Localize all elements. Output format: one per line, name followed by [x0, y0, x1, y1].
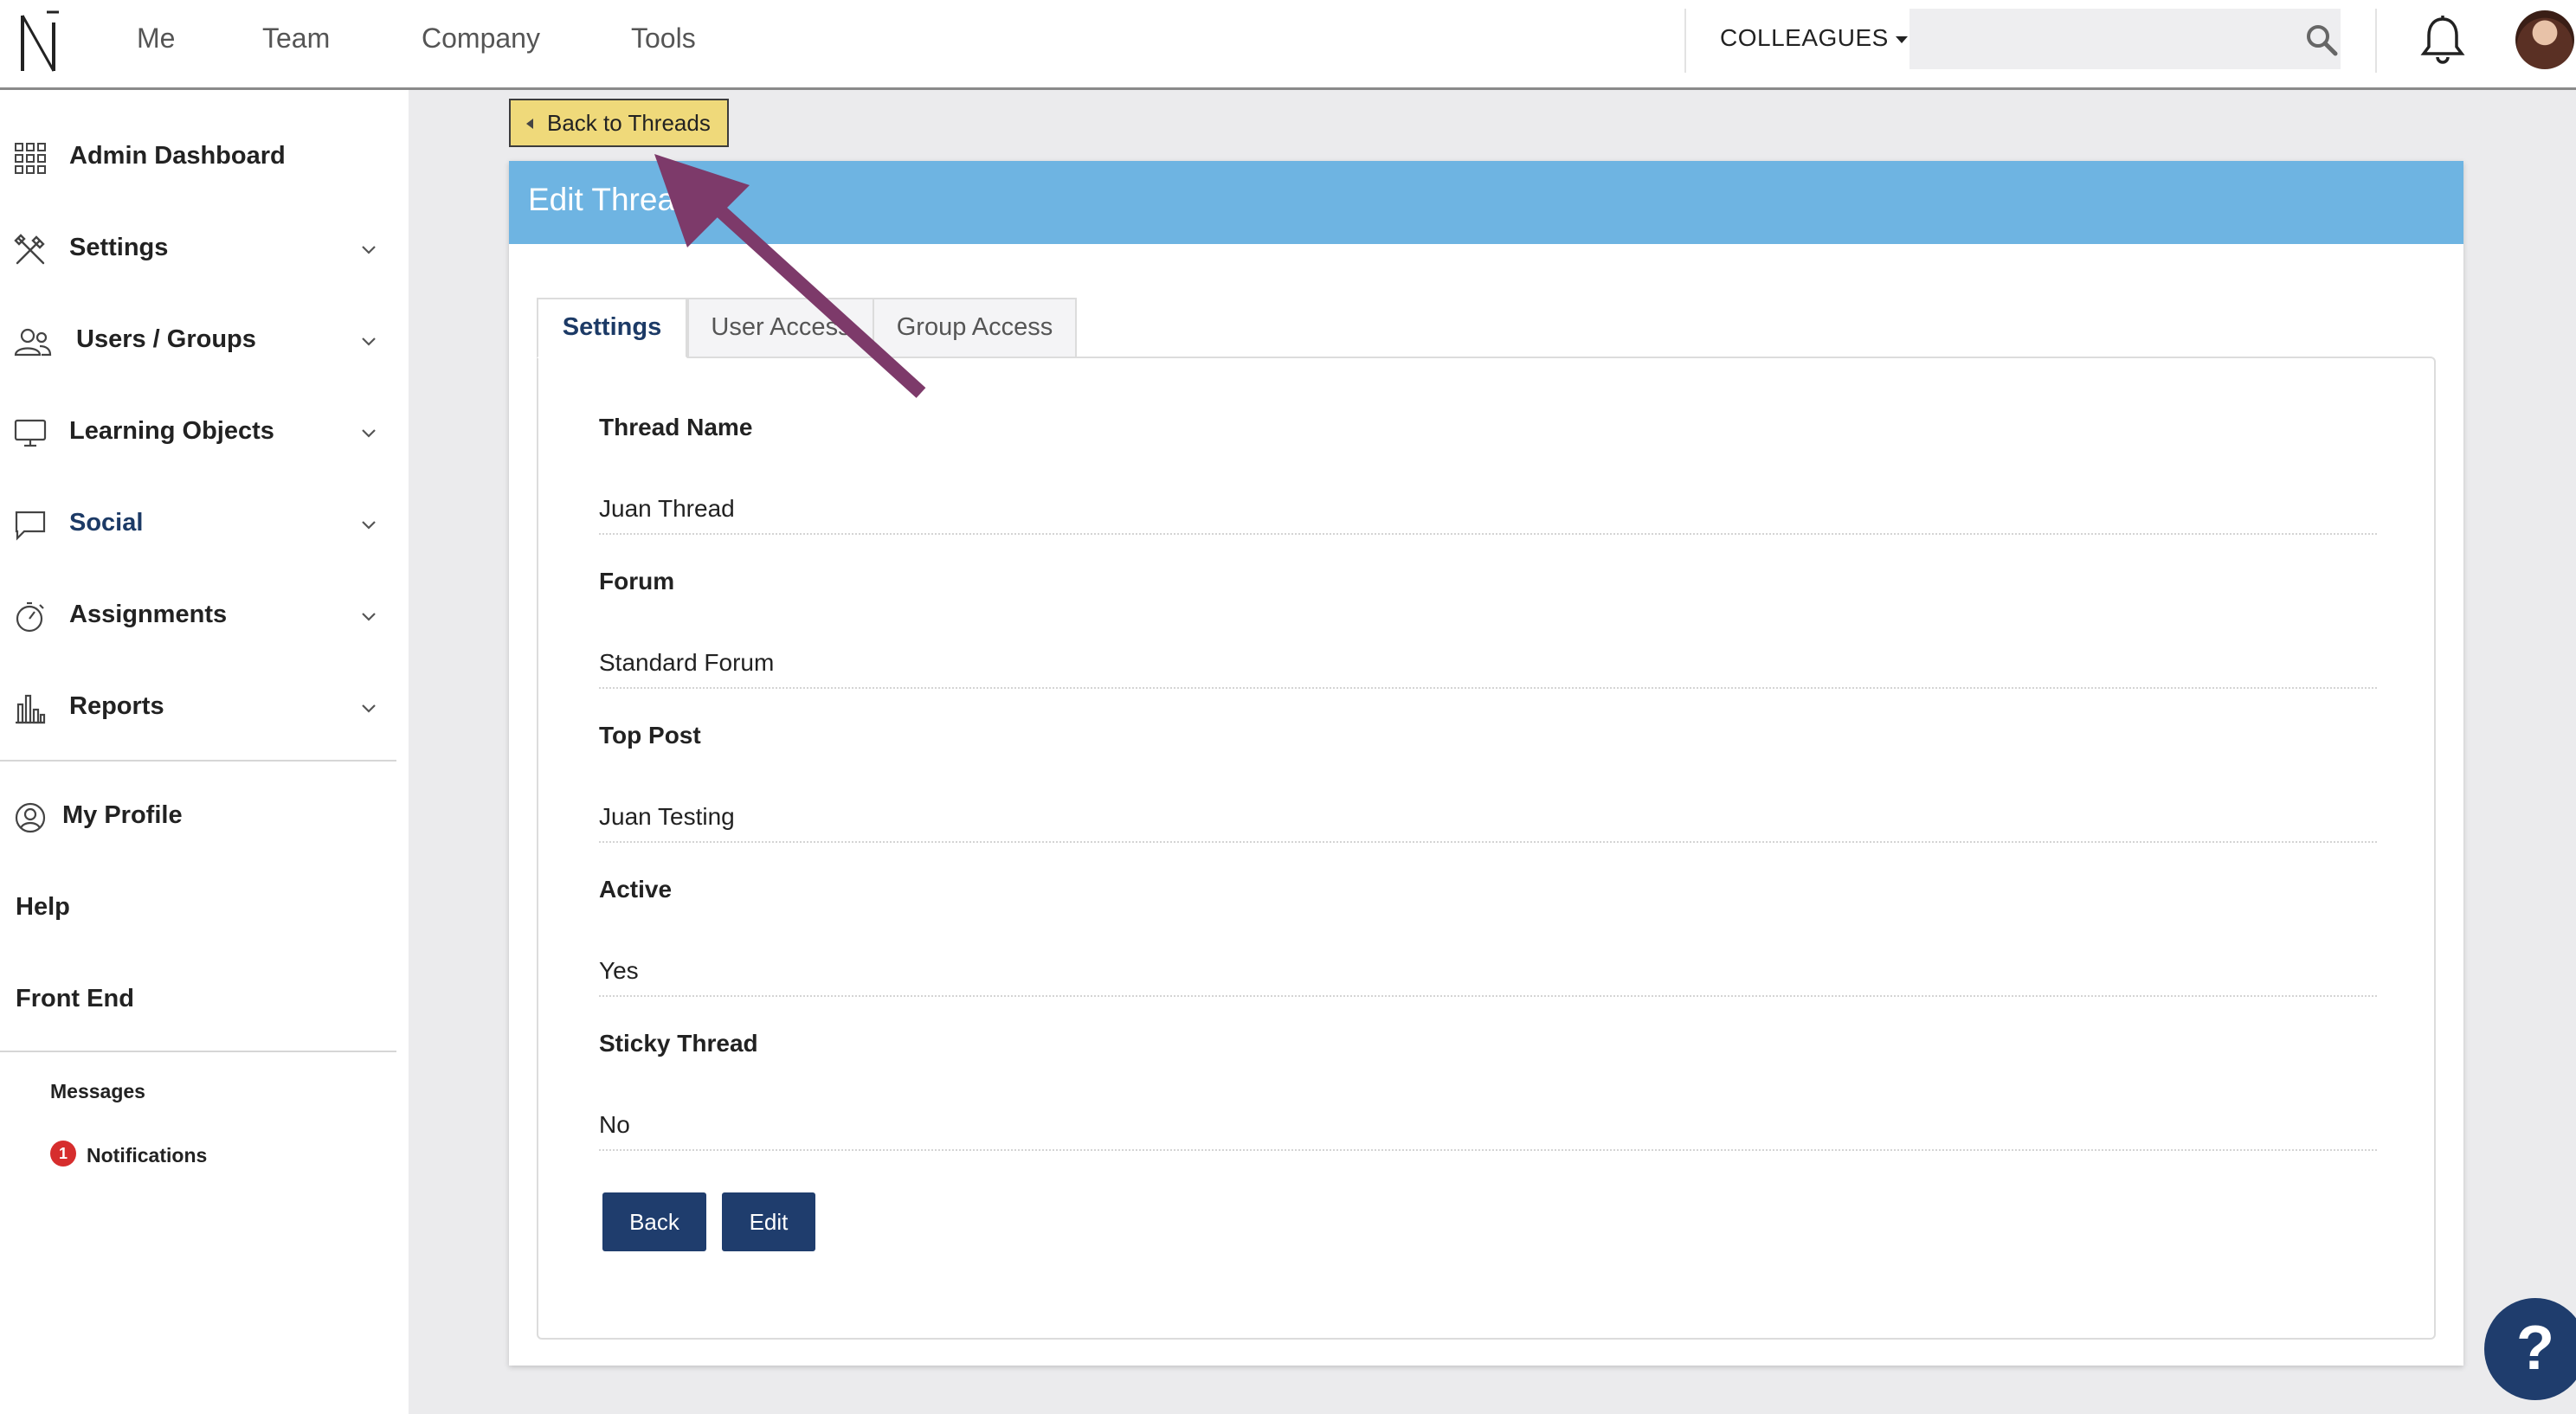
- sidebar-item-notifications[interactable]: Notifications: [87, 1144, 207, 1167]
- caret-down-icon: [1895, 35, 1908, 43]
- caret-left-icon: [526, 119, 533, 129]
- field-divider: [599, 687, 2377, 689]
- nav-divider: [1684, 9, 1686, 73]
- nav-company[interactable]: Company: [422, 22, 540, 55]
- sidebar-item-front-end[interactable]: Front End: [16, 985, 134, 1013]
- sidebar-item-my-profile[interactable]: My Profile: [0, 782, 398, 852]
- sidebar: Admin Dashboard Settings Users / Groups: [0, 90, 409, 1414]
- card-header: Edit Thread: [509, 161, 2463, 244]
- users-icon: [14, 328, 52, 357]
- sidebar-divider: [0, 1051, 396, 1052]
- edit-button[interactable]: Edit: [722, 1192, 815, 1251]
- sidebar-item-label: Users / Groups: [76, 325, 256, 353]
- field-divider: [599, 841, 2377, 843]
- help-button[interactable]: ?: [2484, 1298, 2576, 1400]
- field-value-thread-name: Juan Thread: [599, 495, 735, 522]
- top-navbar: Me Team Company Tools COLLEAGUES: [0, 0, 2576, 90]
- nav-divider: [2375, 9, 2377, 73]
- stopwatch-icon: [16, 601, 44, 633]
- tab-group-access[interactable]: Group Access: [873, 298, 1077, 358]
- chevron-down-icon: [362, 429, 376, 438]
- tab-label: Settings: [562, 313, 662, 341]
- sidebar-item-label: Reports: [69, 692, 164, 720]
- back-to-threads-button[interactable]: Back to Threads: [509, 99, 729, 147]
- sidebar-item-settings[interactable]: Settings: [0, 215, 398, 284]
- tab-label: User Access: [711, 313, 851, 341]
- sidebar-item-label: Learning Objects: [69, 417, 274, 445]
- field-value-forum: Standard Forum: [599, 649, 775, 676]
- sidebar-item-assignments[interactable]: Assignments: [0, 582, 398, 651]
- bell-icon[interactable]: [2418, 14, 2467, 66]
- settings-panel: Thread Name Juan Thread Forum Standard F…: [537, 357, 2436, 1340]
- field-value-sticky-thread: No: [599, 1111, 630, 1138]
- sidebar-item-messages[interactable]: Messages: [50, 1080, 145, 1103]
- sidebar-divider: [0, 760, 396, 762]
- notification-count-badge: 1: [50, 1141, 76, 1167]
- back-to-threads-label: Back to Threads: [547, 110, 711, 136]
- field-value-active: Yes: [599, 957, 639, 984]
- field-label-thread-name: Thread Name: [599, 414, 753, 440]
- field-divider: [599, 1149, 2377, 1151]
- tab-label: Group Access: [896, 313, 1053, 341]
- sidebar-item-label: My Profile: [62, 801, 183, 829]
- sidebar-item-help[interactable]: Help: [16, 893, 70, 922]
- chat-icon: [15, 511, 46, 541]
- sidebar-item-label: Social: [69, 509, 144, 537]
- chevron-down-icon: [362, 521, 376, 530]
- field-label-active: Active: [599, 876, 673, 903]
- chevron-down-icon: [362, 246, 376, 254]
- sidebar-item-learning-objects[interactable]: Learning Objects: [0, 398, 398, 467]
- sidebar-item-users-groups[interactable]: Users / Groups: [0, 306, 398, 376]
- tab-user-access[interactable]: User Access: [687, 298, 874, 358]
- sidebar-item-label: Assignments: [69, 601, 228, 628]
- grid-icon: [15, 143, 46, 174]
- bar-chart-icon: [16, 694, 46, 724]
- field-label-forum: Forum: [599, 568, 675, 595]
- sidebar-item-social[interactable]: Social: [0, 490, 398, 559]
- field-label-top-post: Top Post: [599, 722, 701, 749]
- edit-thread-card: Edit Thread Settings User Access Group A…: [509, 161, 2463, 1366]
- page-title: Edit Thread: [528, 182, 693, 217]
- chevron-down-icon: [362, 704, 376, 713]
- user-circle-icon: [15, 802, 46, 833]
- user-avatar[interactable]: [2515, 10, 2574, 69]
- field-value-top-post: Juan Testing: [599, 803, 735, 830]
- colleagues-label: COLLEAGUES: [1720, 24, 1889, 51]
- field-divider: [599, 995, 2377, 997]
- logo-icon[interactable]: [17, 10, 59, 74]
- nav-team[interactable]: Team: [262, 22, 330, 55]
- nav-tools[interactable]: Tools: [631, 22, 696, 55]
- back-button[interactable]: Back: [602, 1192, 706, 1251]
- colleagues-dropdown[interactable]: COLLEAGUES: [1720, 24, 1908, 52]
- search-icon[interactable]: [2304, 22, 2339, 57]
- sidebar-item-admin-dashboard[interactable]: Admin Dashboard: [0, 123, 398, 192]
- sidebar-item-label: Settings: [69, 234, 169, 261]
- field-label-sticky-thread: Sticky Thread: [599, 1030, 758, 1057]
- tab-settings[interactable]: Settings: [537, 298, 687, 358]
- monitor-icon: [14, 419, 47, 447]
- search-input[interactable]: [1909, 9, 2341, 69]
- chevron-down-icon: [362, 337, 376, 346]
- tools-icon: [14, 234, 45, 265]
- sidebar-item-reports[interactable]: Reports: [0, 673, 398, 742]
- sidebar-item-label: Admin Dashboard: [69, 142, 286, 170]
- field-divider: [599, 533, 2377, 535]
- nav-me[interactable]: Me: [137, 22, 175, 55]
- chevron-down-icon: [362, 613, 376, 621]
